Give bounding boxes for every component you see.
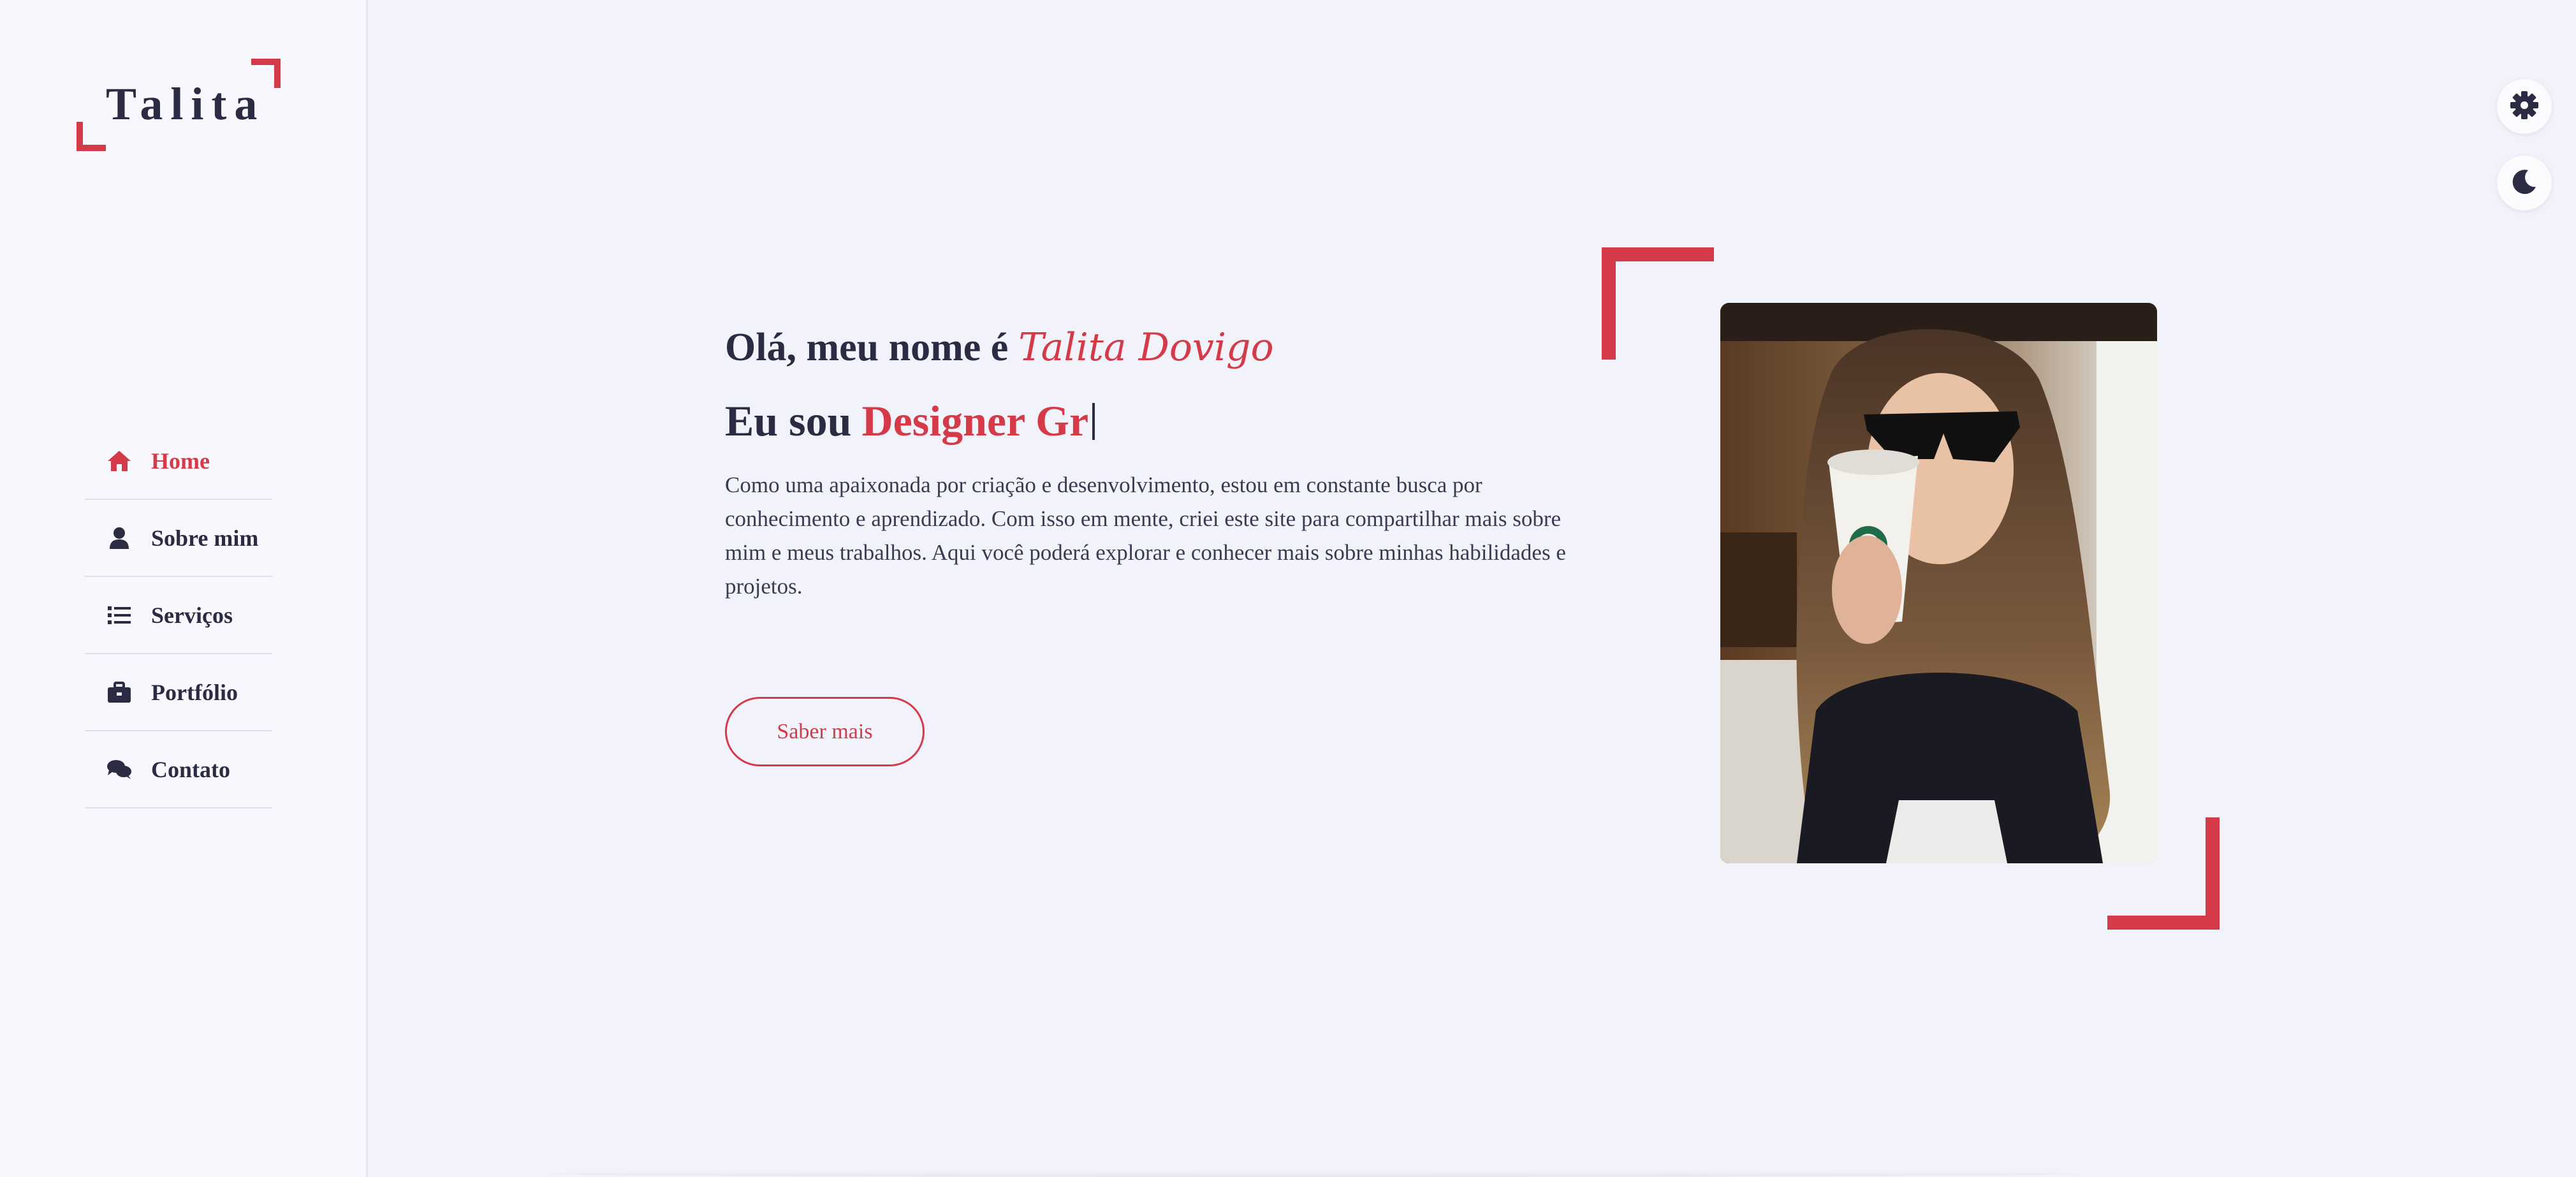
intro-paragraph: Como uma apaixonada por criação e desenv… — [725, 472, 1566, 599]
typing-cursor — [1092, 402, 1095, 440]
logo-corner-bottom-left — [77, 122, 106, 151]
gear-icon — [2510, 91, 2539, 123]
nav-item-contato[interactable]: Contato — [85, 731, 272, 808]
theme-toggle-button[interactable] — [2497, 156, 2552, 210]
nav-label-servicos: Serviços — [151, 602, 233, 628]
nav-item-portfolio[interactable]: Portfólio — [85, 654, 272, 731]
nav-label-contato: Contato — [151, 756, 230, 782]
bottom-shadow — [548, 1171, 2079, 1177]
hero-name: Talita Dovigo — [1018, 325, 1274, 370]
profile-photo — [1720, 303, 2157, 863]
nav-item-home[interactable]: Home — [85, 423, 272, 500]
saber-mais-button[interactable]: Saber mais — [725, 697, 925, 766]
moon-icon — [2510, 168, 2538, 199]
nav-item-servicos[interactable]: Serviços — [85, 577, 272, 654]
photo-frame-corner-bottom-right — [2107, 817, 2220, 930]
nav-label-home: Home — [151, 448, 210, 474]
role-heading: Eu sou Designer Gr — [725, 396, 1618, 446]
sidebar: Talita Home Sobre mim Serviços Portfólio… — [0, 0, 368, 1177]
logo[interactable]: Talita — [77, 59, 281, 151]
home-icon — [105, 447, 133, 475]
role-typed-text: Designer Gr — [861, 397, 1089, 445]
greeting-heading: Olá, meu nome é Talita Dovigo — [725, 325, 1618, 370]
nav-item-sobre-mim[interactable]: Sobre mim — [85, 500, 272, 577]
logo-text: Talita — [106, 78, 265, 129]
nav-label-sobre-mim: Sobre mim — [151, 525, 259, 551]
photo-frame-corner-top-left — [1602, 247, 1714, 360]
main-nav: Home Sobre mim Serviços Portfólio Contat… — [85, 423, 272, 808]
list-icon — [105, 601, 133, 629]
user-icon — [105, 524, 133, 552]
briefcase-icon — [105, 678, 133, 706]
settings-button[interactable] — [2497, 79, 2552, 134]
comments-icon — [105, 756, 133, 784]
nav-label-portfolio: Portfólio — [151, 679, 238, 705]
hero-section: Olá, meu nome é Talita Dovigo Eu sou Des… — [725, 325, 1618, 603]
role-prefix: Eu sou — [725, 397, 852, 445]
greeting-text: Olá, meu nome é — [725, 326, 1009, 369]
